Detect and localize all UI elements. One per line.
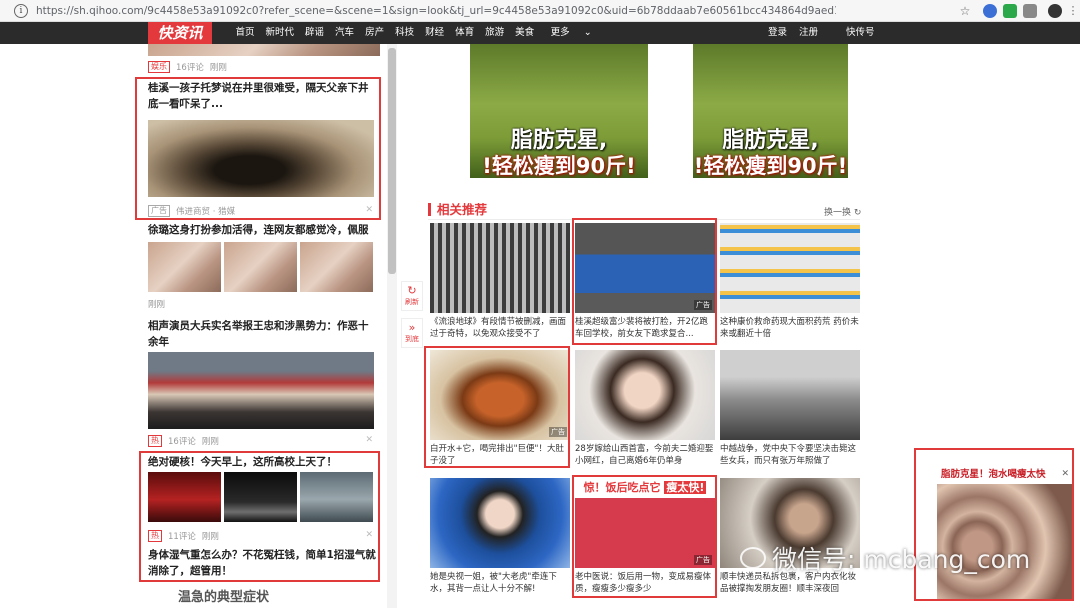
nav-item-home[interactable]: 首页 — [236, 22, 255, 44]
refresh-icon: ↻ — [407, 284, 417, 297]
nav-item-travel[interactable]: 旅游 — [485, 22, 504, 44]
refresh-icon: ↻ — [853, 208, 862, 218]
card-caption[interactable]: 她是央视一姐，被"大老虎"牵连下水，其背一点让人十分不解! — [430, 571, 570, 595]
menu-dots-icon[interactable]: ⋮ — [1066, 4, 1080, 18]
category-tag: 娱乐 — [148, 61, 170, 73]
nav-item-new-era[interactable]: 新时代 — [266, 22, 295, 44]
comment-count: 16评论 — [168, 437, 196, 447]
site-info-icon[interactable]: i — [14, 3, 28, 18]
card-caption[interactable]: 中越战争，党中央下令要坚决击毙这些女兵，而只有张万年照做了 — [720, 443, 860, 467]
double-chevron-down-icon: » — [408, 321, 416, 334]
time-label: 刚刚 — [201, 437, 219, 447]
feed-scrollbar[interactable] — [387, 44, 397, 608]
top-article-meta: 娱乐 16评论 刚刚 — [148, 61, 227, 73]
banner-ad-left[interactable]: 脂肪克星, !轻松瘦到90斤! — [470, 44, 648, 178]
bookmark-star-icon[interactable]: ☆ — [958, 4, 972, 18]
comment-count: 16评论 — [176, 63, 204, 73]
scroll-bottom-label: 到底 — [405, 335, 419, 343]
crowd-meta: 热 16评论 刚刚 — [148, 435, 219, 447]
nav-item-house[interactable]: 房产 — [365, 22, 384, 44]
banner-ad-right[interactable]: 脂肪克星, !轻松瘦到90斤! — [693, 44, 848, 178]
card-caption[interactable]: 《流浪地球》有段情节被删减，画面过于奇特，以免观众接受不了 — [430, 316, 570, 340]
profile-avatar-icon[interactable] — [1048, 4, 1062, 18]
scroll-bottom-button[interactable]: » 到底 — [401, 318, 423, 348]
nav-item-tech[interactable]: 科技 — [395, 22, 414, 44]
crowd-image[interactable] — [148, 352, 374, 429]
quick-publish-link[interactable]: 快传号 — [846, 22, 875, 44]
wechat-icon — [740, 547, 766, 569]
card-image-tunnel[interactable] — [430, 223, 570, 313]
highlight-box — [135, 77, 381, 220]
register-link[interactable]: 注册 — [799, 22, 818, 44]
bath-meta: 刚刚 — [148, 298, 165, 310]
nav-item-food[interactable]: 美食 — [515, 22, 534, 44]
card-image-anchor[interactable] — [430, 478, 570, 568]
nav-more-label: 更多 — [550, 27, 570, 38]
scrollbar-thumb[interactable] — [388, 48, 396, 274]
watermark-text: 微信号: mcbang_com — [772, 545, 1031, 574]
url-text[interactable]: https://sh.qihoo.com/9c4458e53a91092c0?r… — [36, 5, 836, 17]
nav-account: 登录 注册 快传号 — [762, 22, 881, 44]
site-logo[interactable]: 快资讯 — [148, 22, 212, 44]
card-caption[interactable]: 28岁嫁给山西首富，今前夫二婚迎娶小网红，自己离婚6年仍单身 — [575, 443, 715, 467]
article-title-bath[interactable]: 徐璐这身打扮参加活得，连网友都感觉冷，佩服 — [148, 222, 376, 238]
close-icon[interactable]: ✕ — [365, 435, 373, 445]
nav-item-more[interactable]: 更多 ⌄ — [545, 22, 597, 44]
top-navigation: 快资讯 首页 新时代 辟谣 汽车 房产 科技 财经 体育 旅游 美食 更多 ⌄ … — [0, 22, 1080, 44]
time-label: 刚刚 — [209, 63, 227, 73]
nav-item-auto[interactable]: 汽车 — [335, 22, 354, 44]
extension-green-icon[interactable] — [1003, 4, 1017, 18]
card-caption[interactable]: 这种康价救命药现大面积药荒 药价未来或翻近十倍 — [720, 316, 860, 340]
card-image-pharmacy[interactable] — [720, 223, 860, 313]
nav-item-finance[interactable]: 财经 — [425, 22, 444, 44]
login-link[interactable]: 登录 — [768, 22, 787, 44]
extension-gray-icon[interactable] — [1023, 4, 1037, 18]
next-article-title[interactable]: 温急的典型症状 — [178, 590, 378, 606]
bath-image-3[interactable] — [300, 242, 373, 292]
nav-item-rumor[interactable]: 辟谣 — [305, 22, 324, 44]
change-batch-label: 换一换 — [824, 208, 852, 218]
watermark: 微信号: mcbang_com — [740, 540, 1030, 576]
card-image-war[interactable] — [720, 350, 860, 440]
highlight-box — [572, 218, 717, 345]
banner-line-2: !轻松瘦到90斤! — [693, 154, 848, 178]
refresh-button[interactable]: ↻ 刷新 — [401, 281, 423, 311]
related-section-title: 相关推荐 — [428, 203, 487, 216]
highlight-box — [139, 451, 380, 582]
highlight-box — [572, 475, 717, 598]
card-image-actress[interactable] — [575, 350, 715, 440]
address-bar[interactable]: i https://sh.qihoo.com/9c4458e53a91092c0… — [0, 0, 1080, 22]
highlight-box — [424, 346, 570, 468]
bath-image-1[interactable] — [148, 242, 221, 292]
change-batch-button[interactable]: 换一换 ↻ — [824, 205, 861, 218]
bath-image-2[interactable] — [224, 242, 297, 292]
nav-item-sports[interactable]: 体育 — [455, 22, 474, 44]
refresh-label: 刷新 — [405, 298, 419, 306]
nav-items: 首页 新时代 辟谣 汽车 房产 科技 财经 体育 旅游 美食 更多 ⌄ — [230, 22, 603, 44]
time-label: 刚刚 — [148, 300, 166, 310]
chevron-down-icon: ⌄ — [580, 27, 592, 38]
hot-tag: 热 — [148, 435, 162, 447]
banner-line-2: !轻松瘦到90斤! — [482, 154, 636, 178]
feed-top-image-strip[interactable] — [148, 44, 380, 56]
highlight-box — [914, 448, 1074, 601]
extension-blue-icon[interactable] — [983, 4, 997, 18]
article-title-crowd[interactable]: 相声演员大兵实名举报王忠和涉黑势力：作恶十余年 — [148, 318, 376, 350]
